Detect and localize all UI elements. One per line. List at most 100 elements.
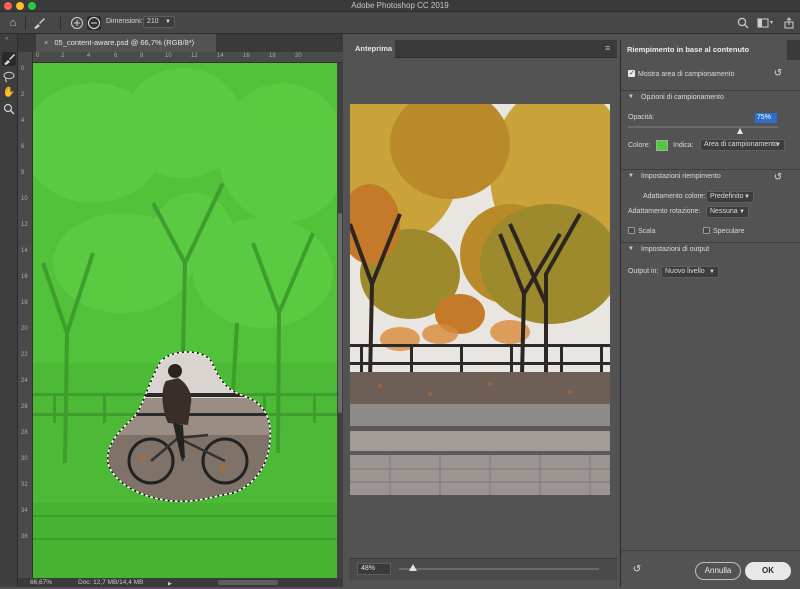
opacity-slider-thumb[interactable] — [737, 128, 743, 134]
app-title: Adobe Photoshop CC 2019 — [351, 1, 449, 10]
show-sampling-checkbox[interactable] — [628, 69, 635, 77]
preview-zoom-slider[interactable] — [399, 568, 599, 570]
doc-size[interactable]: Doc: 12,7 MB/14,4 MB — [78, 578, 143, 587]
lasso-tool-icon[interactable] — [2, 70, 16, 84]
ok-button[interactable]: OK — [745, 562, 791, 580]
mirror-checkbox[interactable] — [703, 227, 710, 234]
ruler-tick-label: 30 — [21, 456, 28, 462]
panel-tab-bar: Riempimento in base al contenuto — [621, 40, 800, 60]
chevron-right-icon[interactable]: ▶ — [168, 580, 172, 589]
scale-row[interactable]: Scala — [628, 227, 656, 235]
minus-circle-icon[interactable] — [87, 16, 101, 30]
opacity-input[interactable]: 75% — [755, 113, 777, 123]
document-title: 05_content-aware.psd @ 66,7% (RGB/8*) — [54, 38, 195, 47]
show-sampling-row[interactable]: Mostra area di campionamento — [628, 69, 735, 78]
cancel-button[interactable]: Annulla — [695, 562, 741, 580]
ruler-tick-label: 10 — [21, 196, 28, 202]
color-adapt-select[interactable]: Predefinito ▼ — [706, 191, 754, 203]
chevron-down-icon: ▼ — [744, 194, 750, 200]
ruler-tick-label: 22 — [21, 352, 28, 358]
reset-all-icon[interactable]: ↺ — [631, 564, 643, 576]
indicates-select[interactable]: Area di campionamento ▼ — [700, 139, 785, 151]
color-swatch[interactable] — [656, 140, 668, 151]
chevron-down-icon: ▼ — [775, 142, 781, 148]
search-icon[interactable] — [736, 16, 750, 30]
show-sampling-label: Mostra area di campionamento — [638, 71, 735, 78]
zoom-status[interactable]: 66,67% — [30, 578, 52, 587]
horizontal-scrollbar[interactable] — [218, 580, 278, 585]
size-label: Dimensioni: — [106, 18, 143, 25]
plus-circle-icon[interactable] — [70, 16, 84, 30]
title-bar: Adobe Photoshop CC 2019 — [0, 0, 800, 12]
close-tab-icon[interactable]: × — [44, 38, 48, 47]
ruler-tick-label: 26 — [21, 404, 28, 410]
preview-footer: 48% — [349, 558, 617, 580]
chevron-down-icon: ▼ — [628, 173, 634, 179]
collapse-icon[interactable]: » — [5, 36, 8, 42]
output-select[interactable]: Nuovo livello ▼ — [661, 266, 719, 278]
ruler-tick-label: 24 — [21, 378, 28, 384]
home-icon[interactable]: ⌂ — [6, 16, 20, 30]
sampling-options-section[interactable]: ▼ Opzioni di campionamento — [621, 90, 800, 106]
size-select[interactable]: 210 ▼ — [143, 16, 175, 28]
scale-label: Scala — [638, 228, 656, 235]
hand-tool-icon[interactable]: ✋ — [2, 86, 16, 100]
document-canvas[interactable] — [33, 63, 337, 578]
brush-tool-icon[interactable] — [2, 52, 16, 66]
opacity-slider[interactable] — [628, 126, 778, 128]
output-settings-title: Impostazioni di output — [641, 246, 710, 253]
sampling-options-title: Opzioni di campionamento — [641, 94, 724, 101]
opacity-label: Opacità: — [628, 114, 655, 121]
chevron-down-icon[interactable]: ▾ — [770, 19, 773, 26]
workspace-icon[interactable] — [756, 16, 770, 30]
ruler-tick-label: 16 — [243, 53, 250, 59]
ruler-vertical: 0 2 4 6 8 10 12 14 16 18 20 22 24 26 28 … — [18, 52, 33, 578]
ruler-tick-label: 14 — [21, 248, 28, 254]
tab-preview[interactable]: Anteprima — [349, 40, 395, 58]
mirror-label: Speculare — [713, 228, 745, 235]
ruler-tick-label: 4 — [87, 53, 91, 59]
zoom-tool-icon[interactable] — [2, 102, 16, 116]
document-tab[interactable]: × 05_content-aware.psd @ 66,7% (RGB/8*) — [36, 34, 216, 52]
options-bar: ⌂ Dimensioni: 210 ▼ ▾ — [0, 12, 800, 34]
rotation-adapt-select[interactable]: Nessuna ▼ — [706, 206, 749, 218]
ruler-tick-label: 0 — [36, 53, 40, 59]
ruler-tick-label: 10 — [165, 53, 172, 59]
ruler-tick-label: 0 — [21, 66, 25, 72]
divider — [25, 16, 26, 30]
tab-content-aware-fill[interactable]: Riempimento in base al contenuto — [621, 40, 787, 60]
ruler-tick-label: 20 — [295, 53, 302, 59]
chevron-down-icon: ▼ — [628, 246, 634, 252]
ruler-tick-label: 8 — [21, 170, 25, 176]
ruler-tick-label: 34 — [21, 508, 28, 514]
output-label: Output in: — [628, 268, 659, 275]
ruler-tick-label: 18 — [269, 53, 276, 59]
preview-image[interactable] — [350, 104, 610, 495]
panel-menu-icon[interactable]: ≡ — [605, 43, 610, 53]
ruler-tick-label: 12 — [21, 222, 28, 228]
ruler-tick-label: 2 — [61, 53, 65, 59]
chevron-down-icon: ▼ — [628, 94, 634, 100]
color-adapt-value: Predefinito — [710, 193, 744, 200]
scroll-thumb[interactable] — [338, 213, 342, 413]
status-bar: 66,67% Doc: 12,7 MB/14,4 MB ▶ — [18, 578, 343, 587]
brush-icon[interactable] — [32, 16, 46, 30]
scale-checkbox[interactable] — [628, 227, 635, 234]
vertical-scrollbar[interactable] — [337, 63, 343, 578]
ruler-tick-label: 28 — [21, 430, 28, 436]
chevron-down-icon: ▼ — [165, 19, 171, 25]
share-icon[interactable] — [782, 16, 796, 30]
indicates-value: Area di campionamento — [704, 141, 778, 148]
mirror-row[interactable]: Speculare — [703, 227, 745, 235]
tools-panel: » ✋ — [0, 34, 18, 587]
rotation-adapt-label: Adattamento rotazione: — [628, 208, 701, 215]
reset-icon[interactable]: ↺ — [772, 172, 784, 184]
ruler-tick-label: 20 — [21, 326, 28, 332]
preview-zoom-input[interactable]: 48% — [357, 563, 391, 575]
output-settings-section[interactable]: ▼ Impostazioni di output — [621, 242, 800, 258]
divider — [621, 550, 800, 551]
ruler-tick-label: 4 — [21, 118, 25, 124]
preview-zoom-thumb[interactable] — [409, 564, 417, 571]
chevron-down-icon: ▼ — [739, 209, 745, 215]
reset-icon[interactable]: ↺ — [772, 68, 784, 80]
